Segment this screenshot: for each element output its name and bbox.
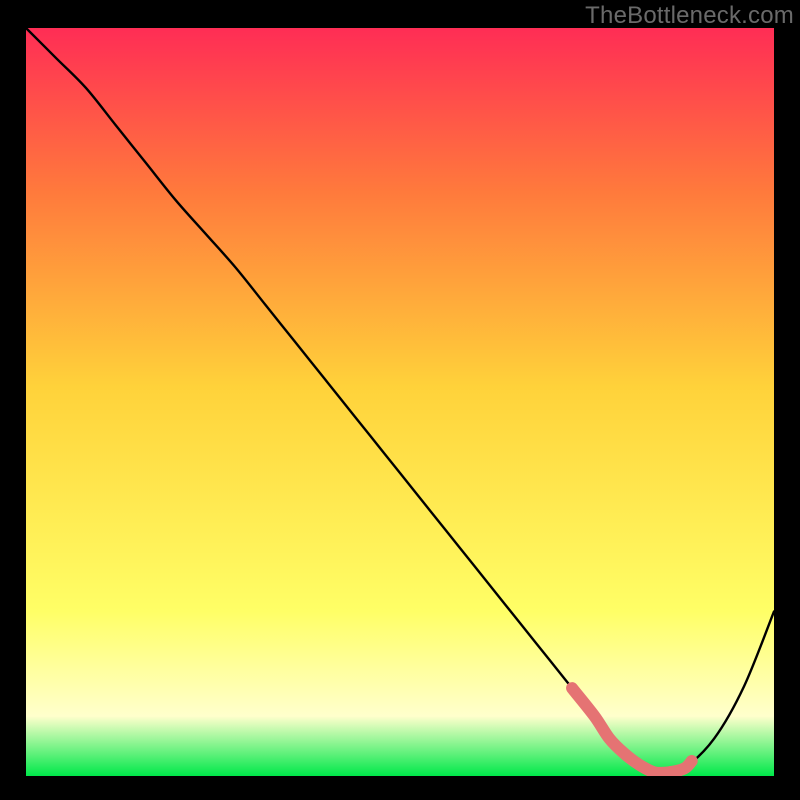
gradient-panel (26, 28, 774, 776)
plot-svg (26, 28, 774, 776)
chart-frame: TheBottleneck.com (0, 0, 800, 800)
bottleneck-plot (26, 28, 774, 776)
watermark-text: TheBottleneck.com (585, 2, 794, 30)
